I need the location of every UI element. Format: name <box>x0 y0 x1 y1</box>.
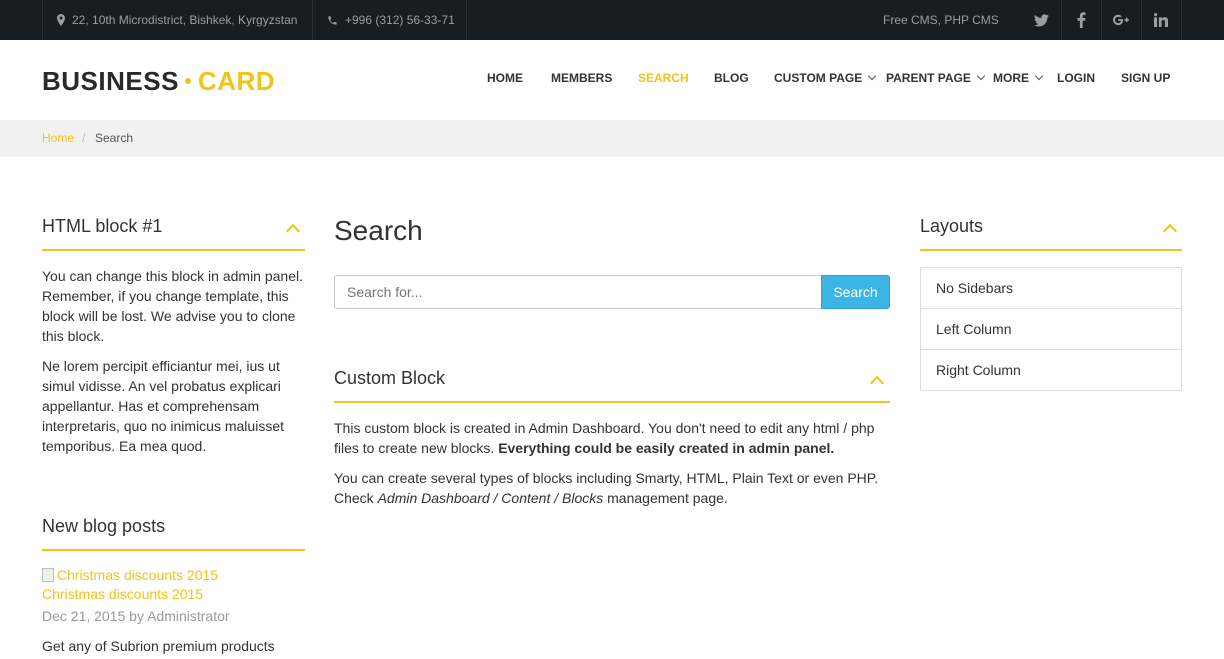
nav-more[interactable]: MORE <box>993 71 1044 85</box>
block-underline <box>42 549 305 551</box>
post-image[interactable]: Christmas discounts 2015 <box>42 567 218 583</box>
nav-label: LOGIN <box>1057 71 1095 85</box>
page-title: Search <box>334 215 423 246</box>
linkedin-icon[interactable] <box>1141 0 1181 40</box>
map-marker-icon <box>57 14 65 26</box>
post-excerpt: Get any of Subrion premium products <box>42 638 275 654</box>
divider <box>466 0 467 40</box>
nav-members[interactable]: MEMBERS <box>551 71 612 85</box>
custom-block-text-1: This custom block is created in Admin Da… <box>334 418 894 458</box>
chevron-down-icon <box>1034 71 1044 81</box>
custom-block-bold-text: Everything could be easily created in ad… <box>498 440 835 456</box>
html-block-text-1: You can change this block in admin panel… <box>42 268 303 344</box>
breadcrumb-home[interactable]: Home <box>42 131 74 145</box>
layout-no-sidebars[interactable]: No Sidebars <box>920 267 1182 309</box>
tagline: Free CMS, PHP CMS <box>883 0 999 40</box>
nav-label: CUSTOM PAGE <box>774 71 863 85</box>
html-block-title: HTML block #1 <box>42 216 163 236</box>
twitter-icon[interactable] <box>1021 0 1061 40</box>
block-underline <box>334 401 890 403</box>
facebook-icon[interactable] <box>1061 0 1101 40</box>
nav-label: HOME <box>487 71 523 85</box>
search-input[interactable] <box>334 275 822 309</box>
nav-home[interactable]: HOME <box>487 71 523 85</box>
html-block-text-2: Ne lorem percipit efficiantur mei, ius u… <box>42 358 284 454</box>
block-underline <box>920 249 1182 251</box>
logo-text-accent: CARD <box>197 66 276 96</box>
chevron-up-icon[interactable] <box>1162 223 1178 239</box>
blog-block-title: New blog posts <box>42 516 166 536</box>
chevron-down-icon <box>867 71 877 81</box>
phone-icon <box>328 15 337 25</box>
phone: +996 (312) 56-33-71 <box>327 0 455 40</box>
custom-block-text-2: You can create several types of blocks i… <box>334 468 894 508</box>
nav-login[interactable]: LOGIN <box>1057 71 1095 85</box>
divider <box>42 0 43 40</box>
layout-left-column[interactable]: Left Column <box>920 308 1182 350</box>
divider <box>1181 0 1182 40</box>
nav-label: MORE <box>993 71 1029 85</box>
address-text: 22, 10th Microdistrict, Bishkek, Kyrgyzs… <box>72 13 298 27</box>
post-title-link[interactable]: Christmas discounts 2015 <box>42 584 203 604</box>
post-meta: Dec 21, 2015 by Administrator <box>42 608 230 624</box>
nav-label: BLOG <box>714 71 749 85</box>
custom-block-title: Custom Block <box>334 368 446 388</box>
chevron-up-icon[interactable] <box>869 375 885 391</box>
breadcrumb-current: Search <box>95 131 134 145</box>
nav-parent-page[interactable]: PARENT PAGE <box>886 71 986 85</box>
address: 22, 10th Microdistrict, Bishkek, Kyrgyzs… <box>57 0 297 40</box>
breadcrumb-separator: / <box>82 131 86 145</box>
nav-blog[interactable]: BLOG <box>714 71 749 85</box>
logo-dot <box>184 78 191 85</box>
tagline-text: Free CMS, PHP CMS <box>883 13 999 27</box>
logo-text-primary: BUSINESS <box>42 66 179 96</box>
chevron-up-icon[interactable] <box>285 223 301 239</box>
nav-label: SIGN UP <box>1121 71 1171 85</box>
nav-label: MEMBERS <box>551 71 613 85</box>
search-button[interactable]: Search <box>821 275 890 309</box>
nav-custom-page[interactable]: CUSTOM PAGE <box>774 71 877 85</box>
post-image-alt: Christmas discounts 2015 <box>57 567 219 583</box>
top-bar: 22, 10th Microdistrict, Bishkek, Kyrgyzs… <box>0 0 1224 40</box>
custom-block-text: management page. <box>607 490 728 506</box>
broken-image-icon <box>42 568 54 582</box>
layouts-title: Layouts <box>920 216 984 236</box>
breadcrumb: Home / Search <box>0 120 1224 157</box>
google-plus-icon[interactable] <box>1101 0 1141 40</box>
chevron-down-icon <box>976 71 986 81</box>
site-logo[interactable]: BUSINESS CARD <box>42 66 275 97</box>
nav-label: PARENT PAGE <box>886 71 971 85</box>
custom-block-italic-text: Admin Dashboard / Content / Blocks <box>377 490 604 506</box>
layout-right-column[interactable]: Right Column <box>920 349 1182 391</box>
nav-sign-up[interactable]: SIGN UP <box>1121 71 1170 85</box>
block-underline <box>42 249 305 251</box>
nav-label: SEARCH <box>638 71 689 85</box>
phone-text: +996 (312) 56-33-71 <box>345 13 455 27</box>
main-header: BUSINESS CARD HOME MEMBERS SEARCH BLOG CU… <box>0 40 1224 120</box>
divider <box>312 0 313 40</box>
nav-search[interactable]: SEARCH <box>638 71 689 85</box>
